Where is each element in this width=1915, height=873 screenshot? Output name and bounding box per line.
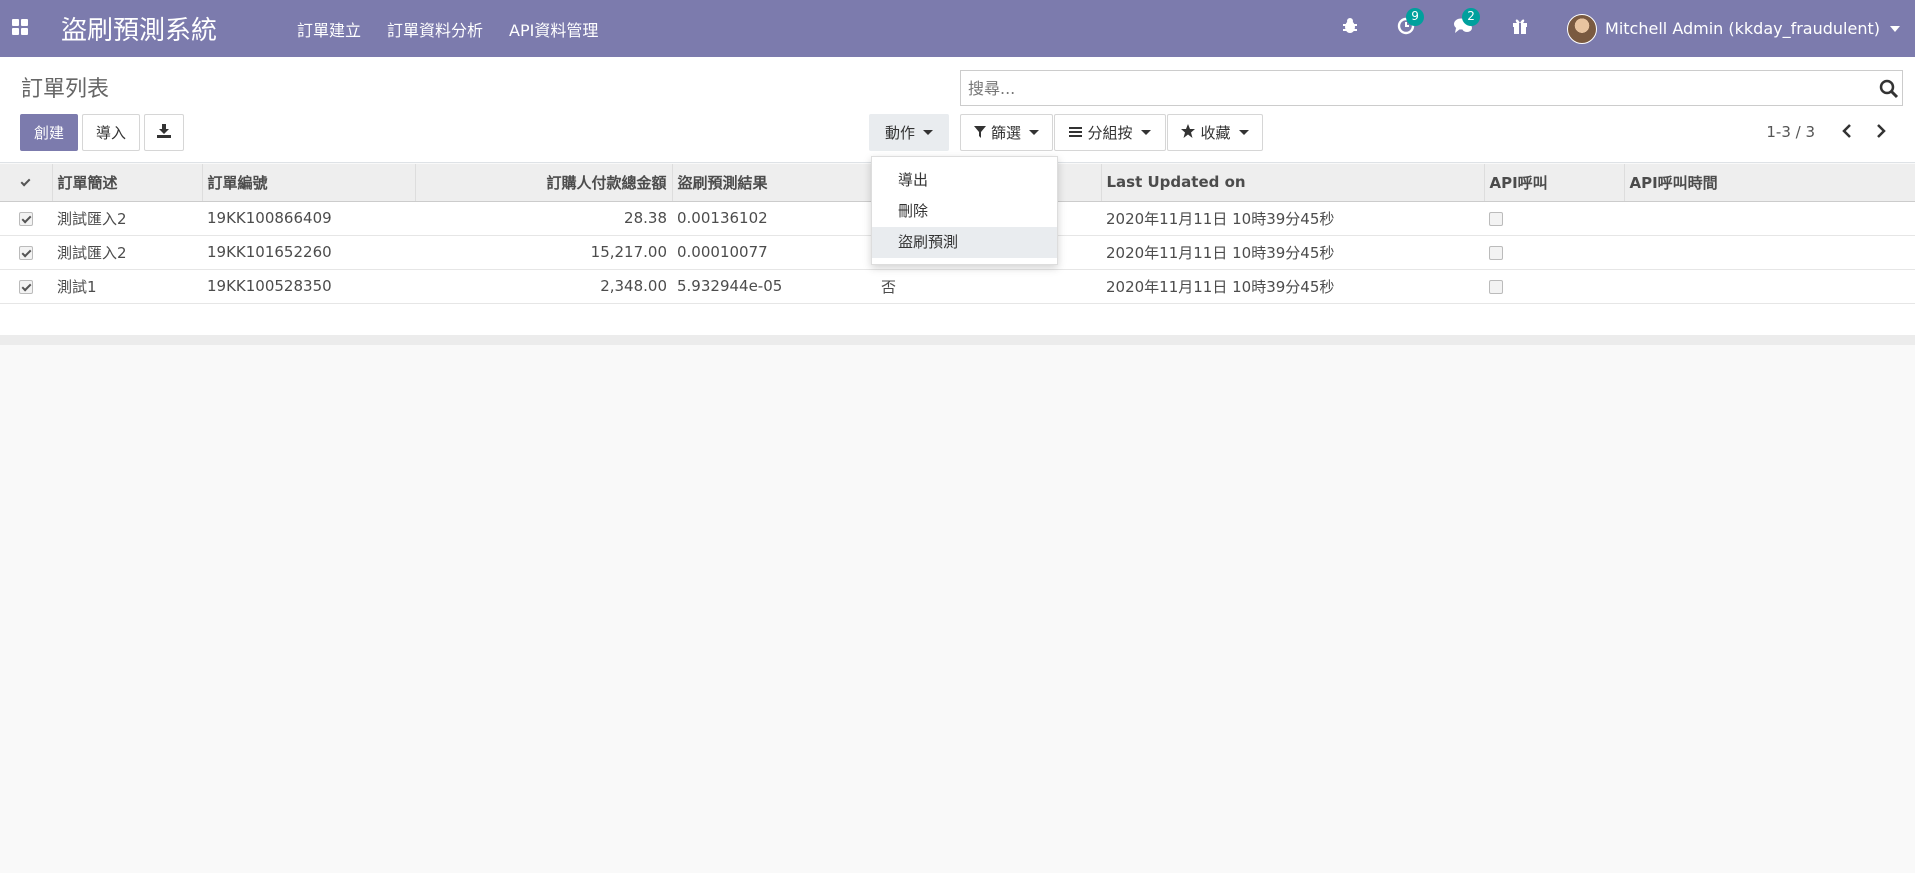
cell-prediction: 0.00010077: [672, 235, 876, 270]
star-icon: [1181, 123, 1196, 142]
pager-value[interactable]: 1-3 / 3: [1766, 123, 1815, 141]
menu-item-order-analysis[interactable]: 訂單資料分析: [387, 17, 483, 41]
create-button[interactable]: 創建: [20, 114, 78, 151]
systray: 9 2 Mitchell Admin (kkday_fraudulent): [1341, 0, 1915, 57]
control-panel: 訂單列表 創建 導入 動作 篩選 分組按 收藏 1-3 / 3: [0, 57, 1915, 163]
user-menu[interactable]: Mitchell Admin (kkday_fraudulent): [1567, 13, 1900, 44]
activity-clock-icon[interactable]: 9: [1397, 8, 1425, 40]
menu-item-api-management[interactable]: API資料管理: [509, 17, 598, 41]
top-menu: 訂單建立 訂單資料分析 API資料管理: [297, 17, 624, 41]
row-select-checkbox[interactable]: [19, 279, 33, 294]
search-box: [960, 70, 1903, 106]
caret-down-icon: [1238, 130, 1249, 135]
cell-amount: 2,348.00: [415, 269, 672, 304]
row-select-checkbox[interactable]: [19, 211, 33, 226]
select-all-header[interactable]: [0, 164, 53, 202]
cell-amount: 28.38: [415, 201, 672, 236]
chevron-left-icon: [1842, 124, 1852, 142]
column-header-last-updated[interactable]: Last Updated on: [1101, 164, 1485, 202]
pager-next-button[interactable]: [1868, 119, 1894, 147]
favorites-label: 收藏: [1200, 124, 1231, 142]
column-header-amount[interactable]: 訂購人付款總金額: [415, 164, 673, 202]
cell-last-updated: 2020年11月11日 10時39分45秒: [1101, 269, 1484, 304]
chevron-down-icon: [1890, 25, 1900, 32]
chevron-right-icon: [1876, 124, 1886, 142]
user-name: Mitchell Admin (kkday_fraudulent): [1605, 19, 1880, 38]
cell-api-call-time: [1624, 201, 1915, 236]
top-navbar: 盜刷預測系統 訂單建立 訂單資料分析 API資料管理 9 2 Mitchell …: [0, 0, 1915, 57]
debug-bug-icon[interactable]: [1341, 17, 1359, 40]
app-brand: 盜刷預測系統: [61, 16, 218, 46]
groupby-label: 分組按: [1087, 124, 1133, 142]
download-icon: [157, 123, 171, 142]
caret-down-icon: [1140, 130, 1151, 135]
user-avatar: [1567, 13, 1598, 44]
pager-previous-button[interactable]: [1834, 119, 1860, 147]
cell-flag: 否: [876, 269, 1101, 304]
column-header-prediction[interactable]: 盜刷預測結果: [672, 164, 877, 202]
import-button[interactable]: 導入: [82, 114, 140, 151]
caret-down-icon: [1029, 130, 1039, 135]
search-input[interactable]: [961, 71, 1902, 105]
caret-down-icon: [923, 130, 933, 135]
cell-desc: 測試1: [52, 269, 202, 304]
column-header-api-call[interactable]: API呼叫: [1484, 164, 1625, 202]
favorites-button[interactable]: 收藏: [1167, 114, 1263, 151]
cell-prediction: 5.932944e-05: [672, 269, 876, 304]
action-label: 動作: [884, 124, 915, 142]
action-button[interactable]: 動作: [869, 114, 949, 151]
cell-last-updated: 2020年11月11日 10時39分45秒: [1101, 235, 1484, 270]
menu-item-order-create[interactable]: 訂單建立: [297, 17, 361, 41]
action-item-delete[interactable]: 刪除: [872, 196, 1057, 227]
row-select-checkbox[interactable]: [19, 245, 33, 260]
page-title: 訂單列表: [21, 77, 110, 102]
cell-order-no: 19KK100866409: [202, 201, 415, 236]
cell-order-no: 19KK100528350: [202, 269, 415, 304]
cell-prediction: 0.00136102: [672, 201, 876, 236]
apps-menu-icon[interactable]: [12, 19, 28, 35]
table-row[interactable]: 測試1 19KK100528350 2,348.00 5.932944e-05 …: [0, 269, 1915, 304]
download-button[interactable]: [144, 114, 184, 151]
cell-api-call-time: [1624, 269, 1915, 304]
api-call-checkbox: [1489, 279, 1503, 294]
message-count-badge: 2: [1462, 8, 1481, 26]
action-item-export[interactable]: 導出: [872, 165, 1057, 196]
filter-icon: [973, 124, 986, 142]
cell-amount: 15,217.00: [415, 235, 672, 270]
list-icon: [1069, 124, 1083, 142]
cell-last-updated: 2020年11月11日 10時39分45秒: [1101, 201, 1484, 236]
search-icon[interactable]: [1879, 79, 1899, 99]
filter-button[interactable]: 篩選: [960, 114, 1053, 151]
filter-label: 篩選: [990, 124, 1021, 142]
select-all-checkbox[interactable]: [19, 176, 33, 190]
cell-desc: 測試匯入2: [52, 201, 202, 236]
column-header-api-call-time[interactable]: API呼叫時間: [1624, 164, 1915, 202]
cell-desc: 測試匯入2: [52, 235, 202, 270]
cell-order-no: 19KK101652260: [202, 235, 415, 270]
column-header-desc[interactable]: 訂單簡述: [52, 164, 203, 202]
messages-chat-icon[interactable]: 2: [1453, 8, 1481, 40]
cell-api-call-time: [1624, 235, 1915, 270]
activity-count-badge: 9: [1406, 8, 1425, 26]
action-item-fraud-predict[interactable]: 盜刷預測: [872, 227, 1057, 258]
column-header-order-no[interactable]: 訂單編號: [202, 164, 416, 202]
api-call-checkbox: [1489, 211, 1503, 226]
gift-icon[interactable]: [1511, 17, 1529, 40]
horizontal-scrollbar[interactable]: [0, 335, 1915, 345]
action-dropdown-menu: 導出 刪除 盜刷預測: [871, 156, 1058, 265]
groupby-button[interactable]: 分組按: [1054, 114, 1166, 151]
api-call-checkbox: [1489, 245, 1503, 260]
